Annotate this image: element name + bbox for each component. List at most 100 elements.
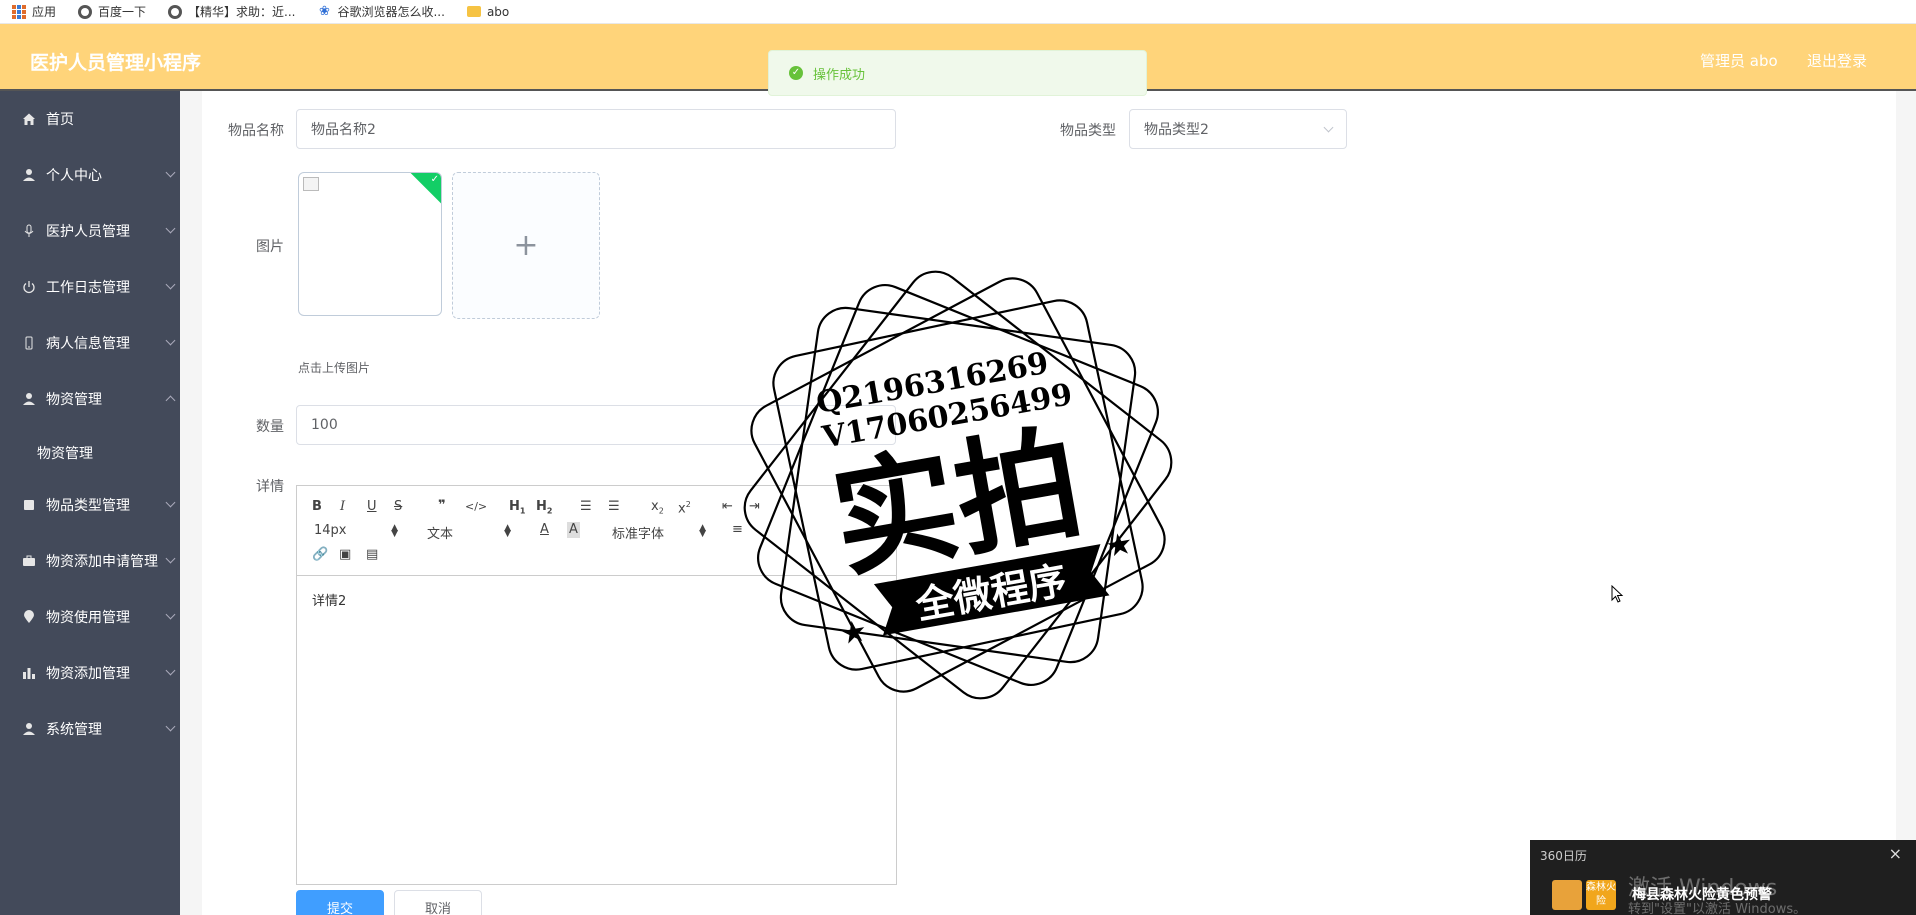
outdent-button[interactable]: ⇤: [722, 499, 733, 515]
broken-image-icon: [303, 177, 319, 191]
sidebar-item-supply-requests[interactable]: 物资添加申请管理: [0, 533, 180, 589]
sidebar-item-label: 物品类型管理: [46, 498, 130, 514]
bookmark-apps[interactable]: 应用: [12, 3, 56, 20]
sidebar-item-patient-info[interactable]: 病人信息管理: [0, 315, 180, 371]
success-toast: ✓ 操作成功: [768, 50, 1147, 96]
item-name-label: 物品名称: [228, 123, 284, 139]
bookmark-label: abo: [486, 4, 510, 19]
paragraph-value: 文本: [427, 527, 454, 542]
chevron-down-icon: [1323, 122, 1334, 133]
sidebar-item-label: 系统管理: [46, 722, 102, 738]
location-icon: [21, 609, 37, 625]
close-icon[interactable]: ×: [1889, 844, 1902, 863]
underline-button[interactable]: U: [367, 499, 377, 515]
sidebar-item-label: 工作日志管理: [46, 280, 130, 296]
sort-icon: ▲ ▼: [699, 523, 706, 539]
bookmark-abo[interactable]: abo: [466, 4, 510, 19]
watermark-stamp: Q2196316269 V17060256499 实拍 全微程序 ★ ★: [743, 270, 1173, 700]
sidebar-item-label: 病人信息管理: [46, 336, 130, 352]
power-icon: [21, 279, 37, 295]
bold-button[interactable]: B: [312, 499, 322, 515]
check-circle-icon: ✓: [789, 66, 803, 80]
bookmark-baidu[interactable]: 百度一下: [78, 3, 146, 20]
notification-badge: 森林火险: [1586, 880, 1616, 910]
font-color-button[interactable]: A: [540, 522, 549, 538]
bookmark-chrome[interactable]: ❀ 谷歌浏览器怎么收...: [317, 3, 445, 20]
sidebar-item-supplies[interactable]: 物资管理: [0, 371, 180, 427]
bookmark-label: 百度一下: [98, 5, 147, 19]
sidebar-subitem-supplies[interactable]: 物资管理: [0, 427, 180, 479]
cancel-button[interactable]: 取消: [394, 890, 482, 915]
item-type-value: 物品类型2: [1144, 122, 1209, 138]
blockquote-button[interactable]: ❞: [438, 498, 446, 514]
sidebar-item-medical-staff[interactable]: 医护人员管理: [0, 203, 180, 259]
globe-icon: [78, 4, 93, 19]
bookmark-help[interactable]: 【精华】求助：近...: [168, 3, 295, 20]
user-icon: [21, 391, 37, 407]
check-icon: ✓: [430, 173, 439, 185]
code-block-button[interactable]: </>: [465, 499, 487, 515]
bullet-list-button[interactable]: ☰: [608, 499, 620, 515]
strike-button[interactable]: S: [394, 499, 402, 515]
sidebar-item-label: 医护人员管理: [46, 224, 130, 240]
upload-add-button[interactable]: +: [452, 172, 600, 319]
bookmark-label: 【精华】求助：近...: [188, 5, 296, 19]
sidebar-item-label: 物资添加管理: [46, 666, 130, 682]
sidebar-item-personal[interactable]: 个人中心: [0, 147, 180, 203]
toast-message: 操作成功: [813, 67, 866, 83]
chevron-up-icon: [165, 395, 176, 406]
chevron-down-icon: [165, 167, 176, 178]
notification-app: 360日历: [1540, 849, 1587, 863]
logout-link[interactable]: 退出登录: [1807, 50, 1867, 71]
phone-icon: [21, 335, 37, 351]
sidebar-item-label: 首页: [46, 112, 74, 128]
microphone-icon: [21, 223, 37, 239]
sidebar-item-label: 物资使用管理: [46, 610, 130, 626]
h2-button[interactable]: H2: [536, 499, 552, 520]
upload-success-badge: ✓: [409, 173, 441, 205]
chevron-down-icon: [165, 665, 176, 676]
upload-hint: 点击上传图片: [298, 361, 371, 375]
app-title: 医护人员管理小程序: [30, 52, 202, 74]
link-icon[interactable]: 🔗: [312, 547, 328, 563]
chevron-down-icon: [165, 335, 176, 346]
italic-button[interactable]: I: [340, 499, 345, 515]
editor-content[interactable]: 详情2: [312, 590, 346, 609]
item-type-select[interactable]: 物品类型2: [1129, 109, 1347, 149]
video-icon[interactable]: ▤: [366, 547, 378, 563]
font-size-select[interactable]: 14px ▲ ▼: [314, 523, 398, 539]
chevron-down-icon: [165, 721, 176, 732]
paragraph-select[interactable]: 文本 ▲ ▼: [427, 523, 511, 543]
font-size-value: 14px: [314, 523, 347, 538]
chevron-down-icon: [165, 609, 176, 620]
document-icon: [21, 497, 37, 513]
h1-button[interactable]: H1: [509, 499, 525, 520]
quantity-label: 数量: [256, 419, 284, 435]
sort-icon: ▲ ▼: [504, 523, 511, 539]
item-type-label: 物品类型: [1060, 123, 1116, 139]
sidebar-item-work-log[interactable]: 工作日志管理: [0, 259, 180, 315]
subscript-button[interactable]: x2: [651, 499, 664, 520]
submit-button[interactable]: 提交: [296, 890, 384, 915]
fire-icon: [1552, 880, 1582, 910]
background-color-button[interactable]: A: [567, 522, 580, 538]
superscript-button[interactable]: x2: [678, 497, 691, 517]
sidebar-item-supply-additions[interactable]: 物资添加管理: [0, 645, 180, 701]
sidebar-item-item-types[interactable]: 物品类型管理: [0, 477, 180, 533]
ordered-list-button[interactable]: ☰: [580, 499, 592, 515]
sidebar-item-supply-usage[interactable]: 物资使用管理: [0, 589, 180, 645]
folder-icon: [466, 6, 481, 17]
uploaded-image-thumbnail[interactable]: ✓: [298, 172, 442, 316]
sort-icon: ▲ ▼: [391, 523, 398, 539]
chevron-down-icon: [165, 223, 176, 234]
sidebar-item-system[interactable]: 系统管理: [0, 701, 180, 757]
image-icon[interactable]: ▣: [339, 547, 351, 563]
item-name-input[interactable]: 物品名称2: [296, 109, 896, 149]
detail-label: 详情: [256, 479, 284, 495]
chevron-down-icon: [165, 553, 176, 564]
font-family-select[interactable]: 标准字体 ▲ ▼: [612, 523, 706, 543]
mouse-cursor-icon: [1611, 585, 1624, 603]
bookmark-label: 应用: [32, 5, 57, 19]
sidebar-item-home[interactable]: 首页: [0, 91, 180, 147]
item-name-value: 物品名称2: [311, 122, 376, 138]
